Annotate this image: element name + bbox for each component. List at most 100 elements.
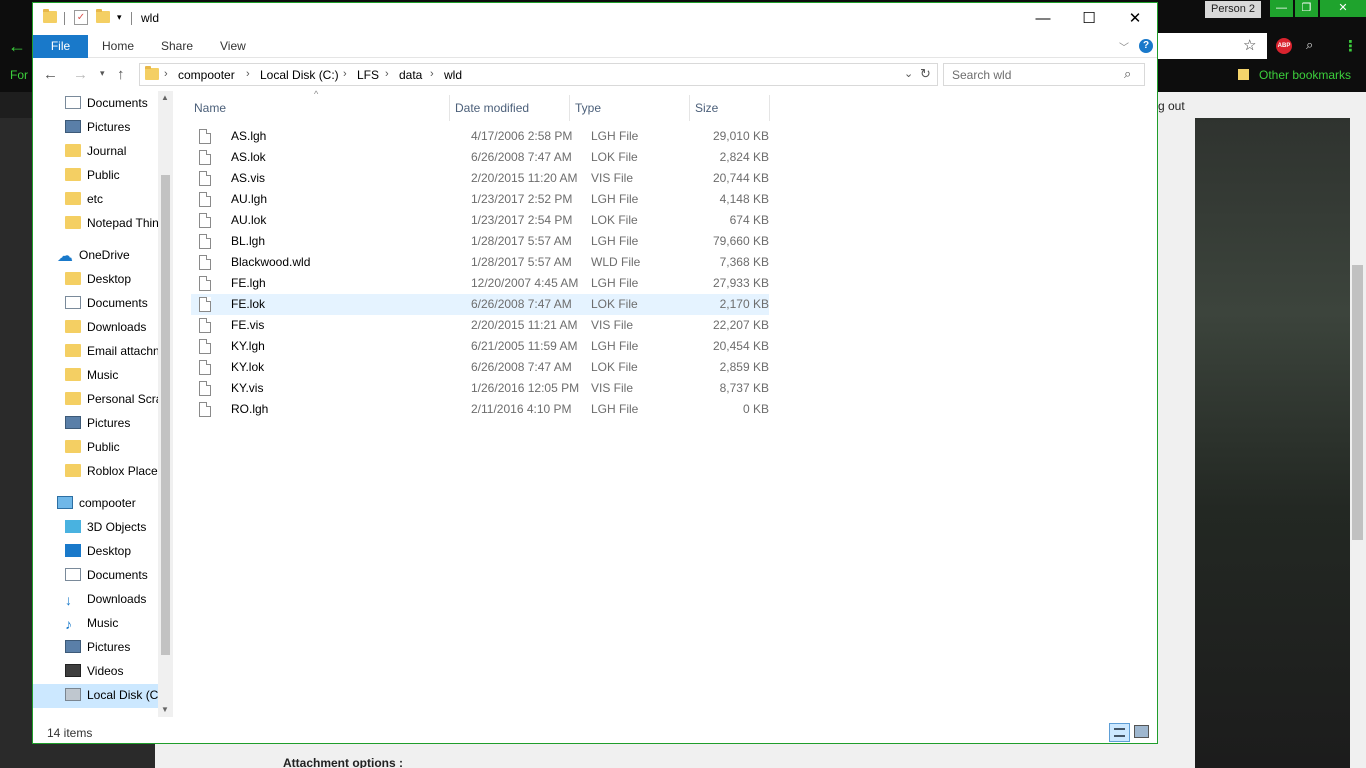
nav-item-documents[interactable]: Documents📌 — [65, 91, 158, 115]
desktop-icon — [65, 544, 81, 557]
refresh-icon[interactable]: ↻ — [920, 66, 931, 82]
scroll-up-icon[interactable]: ▲ — [161, 93, 169, 102]
file-row[interactable]: FE.lgh 12/20/2007 4:45 AM LGH File 27,933 K… — [191, 273, 769, 294]
file-row[interactable]: AU.lok 1/23/2017 2:54 PM LOK File 674 KB — [191, 210, 769, 231]
file-name: KY.lgh — [231, 339, 265, 353]
logout-link[interactable]: g out — [1158, 99, 1185, 113]
browser-profile-button[interactable]: Person 2 — [1205, 1, 1261, 18]
file-row[interactable]: KY.lok 6/26/2008 7:47 AM LOK File 2,859 KB — [191, 357, 769, 378]
nav-item-documents[interactable]: Documents — [65, 563, 158, 587]
file-row[interactable]: KY.lgh 6/21/2005 11:59 AM LGH File 20,454 K… — [191, 336, 769, 357]
column-divider[interactable] — [569, 95, 570, 121]
adblock-icon[interactable]: ABP — [1276, 38, 1292, 54]
address-dropdown-icon[interactable]: ⌄ — [904, 67, 913, 80]
browser-minimize-button[interactable]: — — [1270, 0, 1293, 17]
new-folder-icon[interactable] — [96, 9, 110, 26]
bookmark-star-icon[interactable]: ☆ — [1243, 36, 1256, 54]
tab-share[interactable]: Share — [161, 35, 193, 58]
breadcrumb-local-disk[interactable]: Local Disk (C:) — [260, 68, 339, 82]
file-row[interactable]: AS.lok 6/26/2008 7:47 AM LOK File 2,824 KB — [191, 147, 769, 168]
nav-item-roblox-places[interactable]: Roblox Places — [65, 459, 158, 483]
search-extension-icon[interactable]: ⌕ — [1306, 37, 1313, 53]
breadcrumb-chevron-icon[interactable]: › — [430, 68, 434, 80]
nav-item-email-attachn[interactable]: Email attachn — [65, 339, 158, 363]
file-row[interactable]: FE.vis 2/20/2015 11:21 AM VIS File 22,207 K… — [191, 315, 769, 336]
breadcrumb-wld[interactable]: wld — [444, 68, 462, 82]
nav-scrollbar-thumb[interactable] — [161, 175, 170, 655]
scroll-down-icon[interactable]: ▼ — [161, 705, 169, 714]
nav-item-onedrive[interactable]: ☁ OneDrive — [57, 243, 158, 267]
nav-item-downloads[interactable]: ↓ Downloads — [65, 587, 158, 611]
other-bookmarks[interactable]: Other bookmarks — [1238, 68, 1351, 82]
file-row[interactable]: KY.vis 1/26/2016 12:05 PM VIS File 8,737 KB — [191, 378, 769, 399]
up-arrow-icon[interactable]: ↑ — [117, 66, 125, 83]
tab-home[interactable]: Home — [102, 35, 134, 58]
minimize-button[interactable]: — — [1020, 3, 1066, 34]
breadcrumb-chevron-icon[interactable]: › — [246, 68, 250, 80]
maximize-button[interactable]: ☐ — [1066, 3, 1112, 34]
nav-item-compooter[interactable]: compooter — [57, 491, 158, 515]
recent-locations-icon[interactable]: ▾ — [100, 68, 105, 79]
browser-menu-icon[interactable]: ⋮ — [1343, 37, 1358, 55]
breadcrumb-data[interactable]: data — [399, 68, 422, 82]
column-divider[interactable] — [769, 95, 770, 121]
expand-ribbon-icon[interactable]: ﹀ — [1119, 39, 1129, 54]
column-divider[interactable] — [689, 95, 690, 121]
browser-scrollbar-thumb[interactable] — [1352, 265, 1363, 540]
file-row[interactable]: FE.lok 6/26/2008 7:47 AM LOK File 2,170 KB — [191, 294, 769, 315]
nav-item-personal-scra[interactable]: Personal Scra — [65, 387, 158, 411]
column-header-size[interactable]: Size — [695, 98, 718, 118]
customize-qat-icon[interactable]: ▾ — [117, 12, 122, 23]
address-bar[interactable]: › compooter › Local Disk (C:) › LFS › da… — [139, 63, 938, 86]
search-icon[interactable]: ⌕ — [1124, 66, 1131, 82]
column-header-date[interactable]: Date modified — [455, 98, 529, 118]
large-icons-view-button[interactable] — [1134, 725, 1149, 738]
search-input[interactable]: Search wld ⌕ — [943, 63, 1145, 86]
help-icon[interactable]: ? — [1139, 39, 1153, 53]
properties-icon[interactable]: ✓ — [74, 10, 88, 25]
nav-item-music[interactable]: ♪ Music — [65, 611, 158, 635]
file-row[interactable]: AS.lgh 4/17/2006 2:58 PM LGH File 29,010 KB — [191, 126, 769, 147]
column-divider[interactable] — [449, 95, 450, 121]
breadcrumb-compooter[interactable]: compooter — [178, 68, 235, 82]
nav-item-local-disk-c[interactable]: Local Disk (C: — [65, 683, 158, 707]
column-header-name[interactable]: Name — [194, 98, 226, 118]
forward-arrow-icon[interactable]: → — [73, 66, 88, 83]
details-view-button[interactable] — [1109, 723, 1130, 742]
nav-item-music[interactable]: Music — [65, 363, 158, 387]
breadcrumb-chevron-icon[interactable]: › — [385, 68, 389, 80]
back-arrow-icon[interactable]: ← — [43, 66, 58, 83]
nav-item-pictures[interactable]: Pictures — [65, 635, 158, 659]
nav-item-pictures[interactable]: Pictures — [65, 411, 158, 435]
nav-item-documents[interactable]: Documents — [65, 291, 158, 315]
file-row[interactable]: AU.lgh 1/23/2017 2:52 PM LGH File 4,148 KB — [191, 189, 769, 210]
file-row[interactable]: Blackwood.wld 1/28/2017 5:57 AM WLD File 7,… — [191, 252, 769, 273]
browser-bookmark-item[interactable]: For — [10, 68, 28, 82]
nav-item-journal[interactable]: Journal📌 — [65, 139, 158, 163]
tab-file[interactable]: File — [33, 35, 88, 58]
breadcrumb-lfs[interactable]: LFS — [357, 68, 379, 82]
nav-item-desktop[interactable]: Desktop — [65, 539, 158, 563]
nav-item-etc[interactable]: etc — [65, 187, 158, 211]
nav-item-notepad-thin[interactable]: Notepad Thin — [65, 211, 158, 235]
nav-item-videos[interactable]: Videos — [65, 659, 158, 683]
breadcrumb-chevron-icon[interactable]: › — [343, 68, 347, 80]
nav-item-public[interactable]: Public📌 — [65, 163, 158, 187]
nav-item-downloads[interactable]: Downloads — [65, 315, 158, 339]
browser-back-icon[interactable]: ← — [8, 36, 26, 57]
file-row[interactable]: AS.vis 2/20/2015 11:20 AM VIS File 20,744 K… — [191, 168, 769, 189]
tab-view[interactable]: View — [220, 35, 246, 58]
nav-item-pictures[interactable]: Pictures📌 — [65, 115, 158, 139]
close-button[interactable]: ✕ — [1112, 3, 1158, 34]
column-header-type[interactable]: Type — [575, 98, 601, 118]
file-row[interactable]: BL.lgh 1/28/2017 5:57 AM LGH File 79,660 KB — [191, 231, 769, 252]
nav-item-public[interactable]: Public — [65, 435, 158, 459]
browser-restore-button[interactable]: ❐ — [1295, 0, 1318, 17]
nav-item-desktop[interactable]: Desktop — [65, 267, 158, 291]
nav-item-3d-objects[interactable]: 3D Objects — [65, 515, 158, 539]
folder-icon — [65, 272, 81, 285]
browser-close-button[interactable]: ✕ — [1320, 0, 1366, 17]
nav-item-label: Desktop — [87, 544, 132, 558]
breadcrumb-chevron-icon[interactable]: › — [164, 68, 168, 80]
file-row[interactable]: RO.lgh 2/11/2016 4:10 PM LGH File 0 KB — [191, 399, 769, 420]
